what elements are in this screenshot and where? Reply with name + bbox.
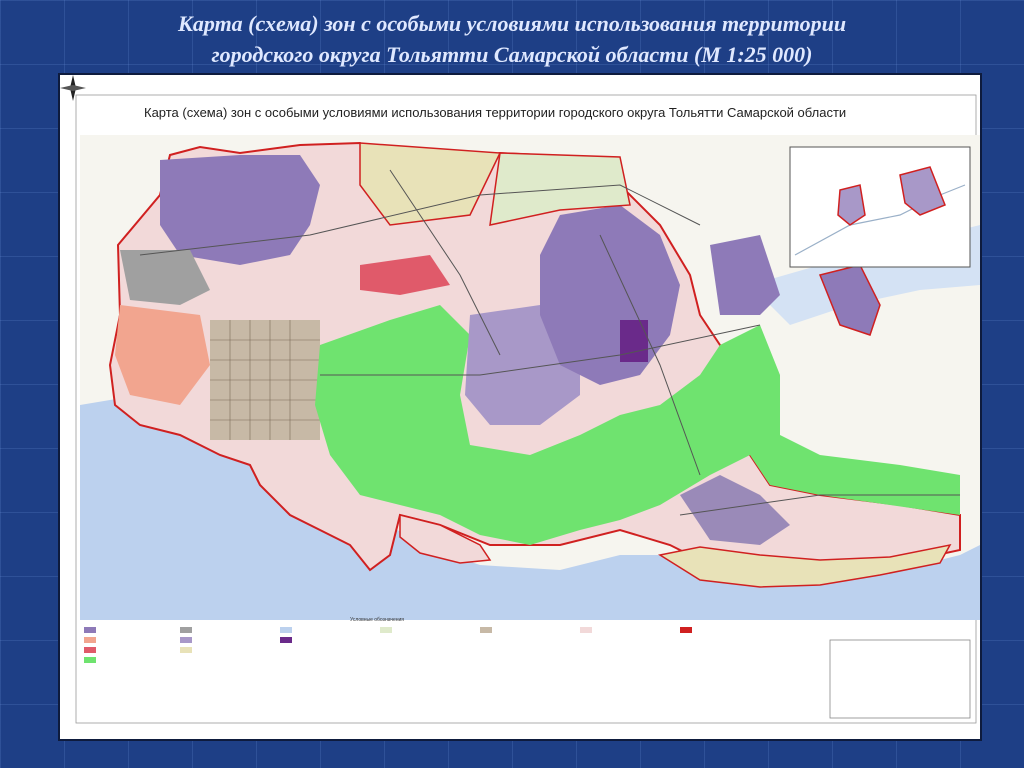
legend-title: Условные обозначения xyxy=(350,617,405,623)
zone-industrial-block xyxy=(620,320,648,362)
legend-swatch xyxy=(84,637,96,643)
legend-background xyxy=(80,620,820,720)
legend-swatch xyxy=(180,647,192,653)
legend-swatch xyxy=(84,627,96,633)
legend-swatch xyxy=(280,627,292,633)
legend-swatch xyxy=(84,657,96,663)
legend xyxy=(80,620,971,720)
slide-title-line-1: Карта (схема) зон с особыми условиями ис… xyxy=(177,11,847,36)
map-frame: Карта (схема) зон с особыми условиями ис… xyxy=(58,73,982,741)
compass-icon xyxy=(60,75,86,101)
map-heading: Карта (схема) зон с особыми условиями ис… xyxy=(144,105,847,120)
legend-swatch xyxy=(580,627,592,633)
territory-map xyxy=(75,94,980,724)
legend-swatch xyxy=(180,627,192,633)
legend-swatch xyxy=(280,637,292,643)
legend-swatch xyxy=(180,637,192,643)
legend-swatch xyxy=(84,647,96,653)
slide-title: Карта (схема) зон с особыми условиями ис… xyxy=(0,8,1024,70)
legend-swatch xyxy=(380,627,392,633)
stamp-box xyxy=(829,639,971,719)
slide-title-line-2: городского округа Тольятти Самарской обл… xyxy=(211,42,813,67)
legend-swatch xyxy=(480,627,492,633)
legend-swatch xyxy=(680,627,692,633)
inset-map xyxy=(789,146,971,268)
